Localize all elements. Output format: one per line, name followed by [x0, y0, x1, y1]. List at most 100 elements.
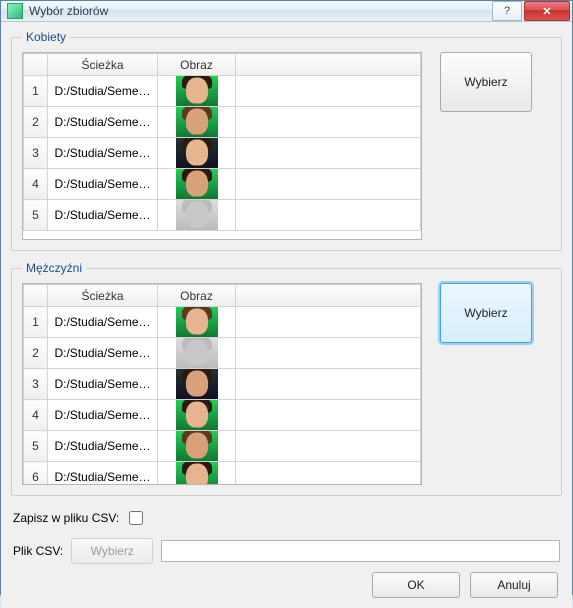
men-select-button[interactable]: Wybierz — [440, 283, 532, 343]
women-col-path[interactable]: Ścieżka — [48, 54, 158, 76]
women-select-button[interactable]: Wybierz — [440, 52, 532, 112]
table-row[interactable]: 1 D:/Studia/Seme… — [24, 307, 421, 338]
women-col-image[interactable]: Obraz — [158, 54, 236, 76]
cell-image — [158, 462, 236, 485]
group-women: Kobiety Ścieżka Obraz — [11, 30, 562, 251]
cell-image — [158, 76, 236, 107]
dialog-footer: OK Anuluj — [11, 572, 562, 598]
men-corner-header — [24, 285, 48, 307]
cell-image — [158, 138, 236, 169]
cell-path: D:/Studia/Seme… — [48, 169, 158, 200]
csv-save-label: Zapisz w pliku CSV: — [13, 511, 119, 525]
ok-button[interactable]: OK — [372, 572, 460, 598]
cell-empty — [236, 76, 421, 107]
help-button[interactable]: ? — [492, 1, 522, 21]
women-col-rest — [236, 54, 421, 76]
cell-path: D:/Studia/Seme… — [48, 431, 158, 462]
row-index: 1 — [24, 76, 48, 107]
men-table-viewport[interactable]: Ścieżka Obraz 1 D:/Studia/Seme… — [23, 284, 421, 484]
women-table-wrap: Ścieżka Obraz 1 D:/Studia/Seme… — [22, 52, 422, 240]
face-thumb-icon — [176, 431, 218, 461]
group-men-legend: Mężczyźni — [22, 261, 86, 275]
cell-image — [158, 338, 236, 369]
table-row[interactable]: 4 D:/Studia/Seme… — [24, 169, 421, 200]
face-thumb-icon — [176, 169, 218, 199]
row-index: 4 — [24, 400, 48, 431]
men-table-header: Ścieżka Obraz — [24, 285, 421, 307]
table-row[interactable]: 1 D:/Studia/Seme… — [24, 76, 421, 107]
row-index: 2 — [24, 107, 48, 138]
face-thumb-icon — [176, 307, 218, 337]
close-icon: ✕ — [542, 5, 551, 18]
cell-path: D:/Studia/Seme… — [48, 138, 158, 169]
men-col-rest — [236, 285, 421, 307]
table-row[interactable]: 6 D:/Studia/Seme… — [24, 462, 421, 485]
cell-path: D:/Studia/Seme… — [48, 200, 158, 231]
men-table: Ścieżka Obraz 1 D:/Studia/Seme… — [23, 284, 421, 484]
cell-image — [158, 431, 236, 462]
csv-browse-button[interactable]: Wybierz — [71, 538, 153, 564]
cell-empty — [236, 462, 421, 485]
cell-path: D:/Studia/Seme… — [48, 338, 158, 369]
titlebar-buttons: ? ✕ — [490, 1, 570, 21]
cell-image — [158, 307, 236, 338]
row-index: 5 — [24, 200, 48, 231]
cell-path: D:/Studia/Seme… — [48, 400, 158, 431]
women-corner-header — [24, 54, 48, 76]
face-thumb-icon — [176, 107, 218, 137]
cell-empty — [236, 307, 421, 338]
cell-image — [158, 400, 236, 431]
women-table: Ścieżka Obraz 1 D:/Studia/Seme… — [23, 53, 421, 231]
group-men: Mężczyźni Ścieżka Obraz — [11, 261, 562, 496]
row-index: 4 — [24, 169, 48, 200]
table-row[interactable]: 2 D:/Studia/Seme… — [24, 338, 421, 369]
cell-path: D:/Studia/Seme… — [48, 107, 158, 138]
row-index: 1 — [24, 307, 48, 338]
close-button[interactable]: ✕ — [524, 1, 570, 21]
face-thumb-icon — [176, 138, 218, 168]
face-thumb-icon — [176, 338, 218, 368]
row-index: 3 — [24, 369, 48, 400]
table-row[interactable]: 2 D:/Studia/Seme… — [24, 107, 421, 138]
row-index: 3 — [24, 138, 48, 169]
cell-path: D:/Studia/Seme… — [48, 462, 158, 485]
csv-path-input[interactable] — [161, 540, 560, 562]
dialog-window: Wybór zbiorów ? ✕ Kobiety Ście — [0, 0, 573, 595]
cancel-button[interactable]: Anuluj — [470, 572, 558, 598]
women-table-header: Ścieżka Obraz — [24, 54, 421, 76]
cell-empty — [236, 138, 421, 169]
cell-empty — [236, 400, 421, 431]
cell-empty — [236, 431, 421, 462]
table-row[interactable]: 5 D:/Studia/Seme… — [24, 431, 421, 462]
help-icon: ? — [504, 5, 510, 17]
cell-empty — [236, 369, 421, 400]
app-icon — [7, 3, 23, 19]
cell-empty — [236, 200, 421, 231]
cell-empty — [236, 169, 421, 200]
cell-empty — [236, 107, 421, 138]
table-row[interactable]: 3 D:/Studia/Seme… — [24, 138, 421, 169]
table-row[interactable]: 5 D:/Studia/Seme… — [24, 200, 421, 231]
men-col-image[interactable]: Obraz — [158, 285, 236, 307]
cell-image — [158, 169, 236, 200]
csv-save-checkbox[interactable] — [129, 511, 143, 525]
face-thumb-icon — [176, 369, 218, 399]
group-women-row: Ścieżka Obraz 1 D:/Studia/Seme… — [22, 52, 551, 240]
group-women-legend: Kobiety — [22, 30, 70, 44]
face-thumb-icon — [176, 462, 218, 484]
csv-file-label: Plik CSV: — [13, 544, 63, 558]
cell-empty — [236, 338, 421, 369]
cell-path: D:/Studia/Seme… — [48, 369, 158, 400]
cell-image — [158, 369, 236, 400]
men-col-path[interactable]: Ścieżka — [48, 285, 158, 307]
client-area: Kobiety Ścieżka Obraz — [1, 22, 572, 608]
table-row[interactable]: 4 D:/Studia/Seme… — [24, 400, 421, 431]
face-thumb-icon — [176, 400, 218, 430]
men-table-wrap: Ścieżka Obraz 1 D:/Studia/Seme… — [22, 283, 422, 485]
cell-image — [158, 200, 236, 231]
cell-path: D:/Studia/Seme… — [48, 307, 158, 338]
cell-path: D:/Studia/Seme… — [48, 76, 158, 107]
table-row[interactable]: 3 D:/Studia/Seme… — [24, 369, 421, 400]
women-table-viewport[interactable]: Ścieżka Obraz 1 D:/Studia/Seme… — [23, 53, 421, 239]
group-men-row: Ścieżka Obraz 1 D:/Studia/Seme… — [22, 283, 551, 485]
